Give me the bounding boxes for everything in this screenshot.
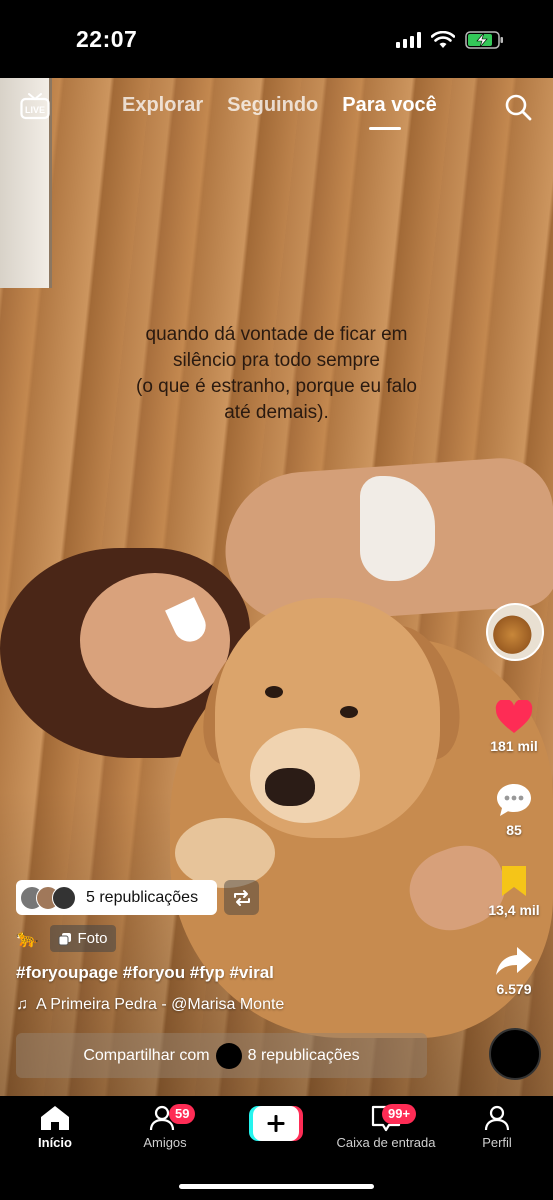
tab-amigos[interactable]: Amigos 59 xyxy=(115,1104,215,1150)
battery-charging-icon xyxy=(465,31,503,49)
tab-explorar[interactable]: Explorar xyxy=(122,94,203,117)
comment-icon xyxy=(497,784,531,816)
caption-line: (o que é estranho, porque eu falo xyxy=(136,376,417,397)
svg-text:LIVE: LIVE xyxy=(25,105,45,115)
avatar xyxy=(215,1042,242,1069)
tab-perfil[interactable]: Perfil xyxy=(447,1104,547,1150)
active-tab-indicator xyxy=(369,127,401,130)
caption-line: quando dá vontade de ficar em xyxy=(145,324,408,345)
music-info[interactable]: ♫ A Primeira Pedra - @Marisa Monte xyxy=(16,996,284,1014)
dog-nose xyxy=(265,768,315,806)
photo-mode-label: Foto xyxy=(77,930,108,947)
photo-stack-icon xyxy=(58,932,72,945)
tab-seguindo[interactable]: Seguindo xyxy=(227,94,318,117)
tab-label: Início xyxy=(38,1135,72,1150)
tab-label: Caixa de entrada xyxy=(336,1135,436,1150)
dog-paw xyxy=(175,818,275,888)
home-indicator xyxy=(179,1184,374,1189)
friends-badge: 59 xyxy=(169,1104,196,1124)
share-with-bar[interactable]: Compartilhar com 8 republicações xyxy=(16,1033,427,1078)
home-icon xyxy=(41,1106,69,1130)
share-arrow-icon xyxy=(496,947,532,975)
search-icon[interactable] xyxy=(504,93,532,121)
cellular-signal-icon xyxy=(396,32,421,48)
republisher-avatars xyxy=(20,885,76,910)
live-icon[interactable]: LIVE xyxy=(20,92,50,120)
like-button[interactable]: 181 mil xyxy=(479,700,549,754)
heart-icon xyxy=(495,700,533,733)
person-face xyxy=(80,573,230,708)
repost-icon xyxy=(233,889,250,906)
tab-label: Perfil xyxy=(482,1135,512,1150)
bookmark-icon xyxy=(502,866,526,896)
like-count: 181 mil xyxy=(490,738,538,754)
tab-inicio[interactable]: Início xyxy=(5,1104,105,1150)
music-disc[interactable] xyxy=(489,1028,541,1080)
top-nav: LIVE Explorar Seguindo Para você xyxy=(0,78,553,138)
inbox-badge: 99+ xyxy=(382,1104,417,1124)
post-caption-overlay: quando dá vontade de ficar em silêncio p… xyxy=(60,322,493,426)
save-count: 13,4 mil xyxy=(488,902,540,918)
save-button[interactable]: 13,4 mil xyxy=(479,864,549,918)
post-hashtags[interactable]: #foryoupage #foryou #fyp #viral xyxy=(16,963,274,983)
republish-chip[interactable]: 5 republicações xyxy=(16,880,217,915)
tab-caixa-de-entrada[interactable]: Caixa de entrada 99+ xyxy=(326,1104,446,1150)
creator-avatar[interactable] xyxy=(486,603,544,661)
repost-button[interactable] xyxy=(224,880,259,915)
avatar xyxy=(52,885,76,910)
status-time: 22:07 xyxy=(76,26,138,52)
caption-line: silêncio pra todo sempre xyxy=(173,350,380,371)
republish-count: 5 republicações xyxy=(86,888,199,906)
photo-mode-chip[interactable]: Foto xyxy=(50,925,116,952)
tab-label: Amigos xyxy=(143,1135,187,1150)
comment-button[interactable]: 85 xyxy=(479,782,549,838)
share-suffix: 8 republicações xyxy=(247,1046,360,1064)
share-prefix: Compartilhar com xyxy=(83,1046,210,1064)
music-title: A Primeira Pedra - @Marisa Monte xyxy=(36,996,285,1013)
feed-tabs: Explorar Seguindo Para você xyxy=(122,94,437,117)
profile-icon xyxy=(484,1105,510,1131)
leopard-emoji-icon: 🐆 xyxy=(16,928,39,948)
tab-para-voce[interactable]: Para você xyxy=(342,94,437,117)
music-note-icon: ♫ xyxy=(16,996,28,1013)
dog-eye-left xyxy=(265,686,283,698)
dog-eye-right xyxy=(340,706,358,718)
wifi-icon xyxy=(431,31,455,48)
status-bar: 22:07 xyxy=(0,0,553,78)
comment-count: 85 xyxy=(506,822,522,838)
caption-line: até demais). xyxy=(224,402,329,423)
status-icons xyxy=(396,30,505,50)
share-button[interactable]: 6.579 xyxy=(479,945,549,997)
share-count: 6.579 xyxy=(496,981,532,997)
create-post-button[interactable] xyxy=(249,1106,303,1141)
